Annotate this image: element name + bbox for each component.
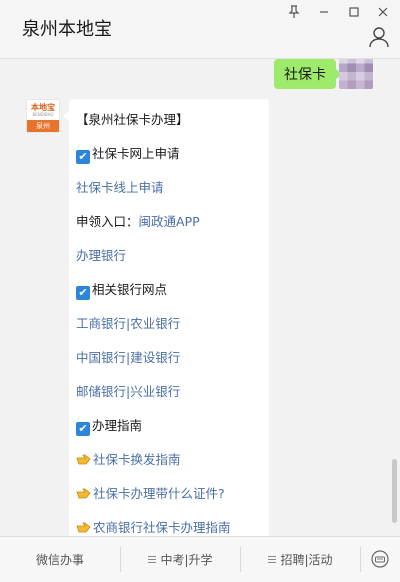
menu-exams[interactable]: 中考|升学 — [121, 537, 240, 582]
bank-row-2: 中国银行|建设银行 — [76, 347, 180, 366]
pointing-hand-icon — [76, 488, 91, 499]
link-cib[interactable]: 兴业银行 — [130, 384, 180, 399]
pin-icon[interactable] — [282, 2, 306, 22]
outgoing-message[interactable]: 社保卡 — [274, 59, 342, 89]
user-avatar[interactable] — [339, 59, 373, 89]
section-online-apply-title: 社保卡网上申请 — [92, 146, 180, 161]
link-psbc[interactable]: 邮储银行 — [76, 384, 126, 399]
chat-area[interactable]: 社保卡 本地宝 BENDIBAO 泉州 【泉州社保卡办理】 ✔ 社保卡网上申请 社… — [0, 59, 400, 536]
window-title: 泉州本地宝 — [22, 19, 112, 40]
bank-row-3: 邮储银行|兴业银行 — [76, 381, 180, 400]
avatar-logo-text: 本地宝 — [31, 103, 55, 112]
minimize-icon[interactable] — [312, 2, 336, 22]
link-online-apply[interactable]: 社保卡线上申请 — [76, 177, 164, 196]
incoming-message-card: 【泉州社保卡办理】 ✔ 社保卡网上申请 社保卡线上申请 申领入口：闽政通APP 办… — [63, 99, 269, 536]
link-abc[interactable]: 农业银行 — [130, 316, 180, 331]
menu-wechat-services[interactable]: 微信办事 — [0, 537, 120, 582]
menu-exams-label: 中考|升学 — [160, 553, 213, 567]
section-banks: ✔ 相关银行网点 — [76, 279, 167, 300]
link-guide-documents[interactable]: 社保卡办理带什么证件? — [93, 486, 225, 501]
close-icon[interactable] — [371, 2, 395, 22]
link-bank[interactable]: 办理银行 — [76, 245, 126, 264]
person-icon[interactable] — [368, 26, 390, 48]
checkmark-icon: ✔ — [76, 422, 90, 436]
official-account-avatar[interactable]: 本地宝 BENDIBAO 泉州 — [26, 99, 60, 133]
checkmark-icon: ✔ — [76, 286, 90, 300]
card-header: 【泉州社保卡办理】 — [76, 112, 189, 127]
section-online-apply: ✔ 社保卡网上申请 — [76, 143, 180, 164]
entrance-row: 申领入口：闽政通APP — [76, 211, 200, 230]
section-guide: ✔ 办理指南 — [76, 415, 142, 436]
guide-row-1: 社保卡换发指南 — [76, 449, 181, 468]
link-icbc[interactable]: 工商银行 — [76, 316, 126, 331]
pointing-hand-icon — [76, 454, 91, 465]
menu-icon — [268, 555, 277, 564]
checkmark-icon: ✔ — [76, 150, 90, 164]
maximize-icon[interactable] — [342, 2, 366, 22]
entrance-label: 申领入口： — [76, 214, 139, 229]
link-guide-rural-bank[interactable]: 农商银行社保卡办理指南 — [93, 520, 231, 535]
pointing-hand-icon — [76, 522, 91, 533]
menu-jobs-label: 招聘|活动 — [280, 553, 333, 567]
link-ccb[interactable]: 建设银行 — [130, 350, 180, 365]
avatar-logo-sub: BENDIBAO — [32, 112, 54, 117]
menu-wechat-services-label: 微信办事 — [35, 553, 84, 567]
avatar-banner: 泉州 — [27, 120, 59, 132]
menu-jobs[interactable]: 招聘|活动 — [241, 537, 360, 582]
guide-row-3: 农商银行社保卡办理指南 — [76, 517, 231, 536]
guide-row-2: 社保卡办理带什么证件? — [76, 483, 225, 502]
section-banks-title: 相关银行网点 — [92, 282, 168, 297]
bottom-menu: 微信办事 中考|升学 招聘|活动 — [0, 536, 400, 582]
menu-icon — [148, 555, 157, 564]
outgoing-message-text: 社保卡 — [284, 67, 326, 83]
link-boc[interactable]: 中国银行 — [76, 350, 126, 365]
chat-scrollbar[interactable] — [392, 459, 397, 523]
menu-divider — [360, 547, 361, 572]
link-guide-reissue[interactable]: 社保卡换发指南 — [93, 452, 181, 467]
keyboard-toggle-icon[interactable] — [370, 549, 390, 569]
entrance-link[interactable]: 闽政通APP — [139, 214, 200, 229]
section-guide-title: 办理指南 — [92, 418, 143, 433]
title-bar: 泉州本地宝 — [0, 0, 400, 59]
bank-row-1: 工商银行|农业银行 — [76, 313, 180, 332]
